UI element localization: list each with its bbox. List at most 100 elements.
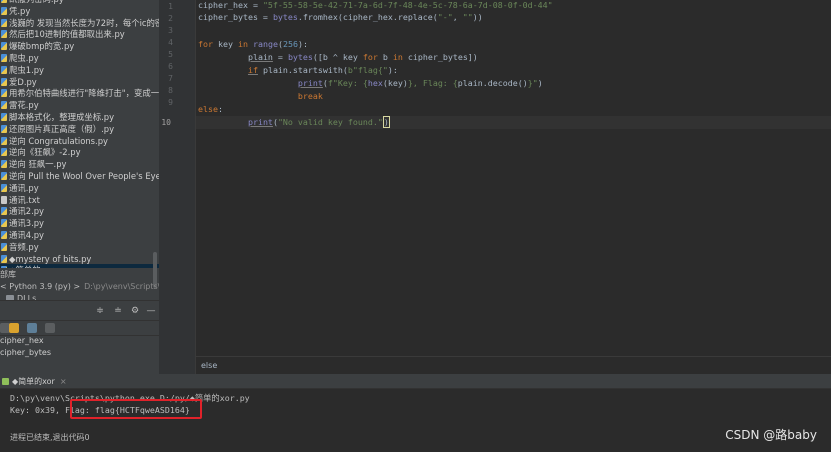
project-file-item[interactable]: 爬虫1.py xyxy=(0,64,159,76)
project-file-label: 通讯.py xyxy=(9,182,39,193)
project-file-label: 雷花.py xyxy=(9,100,39,111)
gear-icon[interactable]: ⚙ xyxy=(130,306,140,316)
project-file-item[interactable]: 音频.py xyxy=(0,241,159,253)
project-file-label: 爬虫1.py xyxy=(9,64,45,75)
python-file-icon xyxy=(1,207,7,216)
project-file-item[interactable]: 通讯.py xyxy=(0,182,159,194)
structure-filter-bar xyxy=(0,320,159,336)
python-sdk-path: D:\py\venv\Scripts\python xyxy=(84,281,159,291)
project-file-item[interactable]: 还原图片真正高度（假）.py xyxy=(0,123,159,135)
code-line[interactable]: cipher_bytes = bytes.fromhex(cipher_hex.… xyxy=(198,11,483,23)
project-file-label: 通讯3.py xyxy=(9,218,45,229)
project-file-label: 爱D.py xyxy=(9,76,37,87)
python-sdk-node[interactable]: < Python 3.9 (py) > D:\py\venv\Scripts\p… xyxy=(0,280,159,292)
external-libraries-node[interactable]: 部库 xyxy=(0,268,159,280)
python-file-icon xyxy=(1,124,7,133)
project-file-item[interactable]: 凭.py xyxy=(0,5,159,17)
code-line[interactable]: for key in range(256): xyxy=(198,38,308,50)
project-file-item[interactable]: 脚本格式化，整理成坐标.py xyxy=(0,111,159,123)
project-file-item[interactable]: 通讯3.py xyxy=(0,217,159,229)
project-file-label: 还原图片真正高度（假）.py xyxy=(9,123,115,134)
line-number: 2 xyxy=(168,14,173,23)
project-file-label: ◆mystery of bits.py xyxy=(9,253,92,264)
python-file-icon xyxy=(1,172,7,180)
code-line[interactable]: print(f"Key: {hex(key)}, Flag: {plain.de… xyxy=(198,77,543,89)
python-file-icon xyxy=(1,113,7,121)
code-line[interactable]: plain = bytes([b ^ key for b in cipher_b… xyxy=(198,51,478,63)
python-file-icon xyxy=(1,54,7,62)
project-file-item[interactable]: 然后把10进制的值都取出来.py xyxy=(0,28,159,40)
project-file-label: 音频.py xyxy=(9,241,39,252)
code-editor[interactable]: cipher_hex = "5f-55-58-5e-42-71-7a-6d-7f… xyxy=(196,0,831,356)
project-file-item[interactable]: 通讯.txt xyxy=(0,194,159,206)
python-file-icon xyxy=(1,160,7,169)
python-file-icon xyxy=(1,65,7,74)
project-file-item[interactable]: 浅巍的 发现当然长度为72时，每个ic的密文都带 xyxy=(0,17,159,29)
python-run-icon xyxy=(2,377,9,385)
code-line[interactable]: if plain.startswith(b"flag{"): xyxy=(198,64,398,76)
project-file-label: 通讯2.py xyxy=(9,206,45,217)
code-line[interactable]: print("No valid key found.") xyxy=(198,116,390,128)
code-line[interactable]: break xyxy=(198,90,323,102)
exit-message: 进程已结束,退出代码0 xyxy=(10,433,90,442)
project-file-item[interactable]: ◆mystery of bits.py xyxy=(0,253,159,265)
autoscroll-icon[interactable] xyxy=(45,323,55,333)
csdn-watermark: CSDN @路baby xyxy=(725,428,817,442)
project-file-item[interactable]: 爬虫.py xyxy=(0,52,159,64)
python-file-icon xyxy=(1,30,7,39)
run-tab-label: ◆简单的xor xyxy=(12,376,55,386)
flag-highlight-box xyxy=(70,399,202,419)
line-number: 8 xyxy=(168,86,173,95)
project-file-item[interactable]: 逆向 狂飙一.py xyxy=(0,158,159,170)
project-file-label: 然后把10进制的值都取出来.py xyxy=(9,29,125,40)
show-inherited-icon[interactable] xyxy=(27,323,37,333)
python-file-icon xyxy=(1,101,7,110)
run-tabbar: ◆简单的xor × xyxy=(0,374,831,389)
project-file-item[interactable]: 逆向《狂飙》-2.py xyxy=(0,146,159,158)
project-file-label: 逆向《狂飙》-2.py xyxy=(9,147,81,158)
python-file-icon xyxy=(1,219,7,228)
project-file-item[interactable]: 雷花.py xyxy=(0,99,159,111)
project-file-label: 爬虫.py xyxy=(9,53,39,63)
line-number-current: 10 xyxy=(161,118,171,127)
project-file-item[interactable]: 爆破bmp的宽.py xyxy=(0,40,159,52)
python-file-icon xyxy=(1,89,7,98)
structure-item[interactable]: cipher_bytes xyxy=(0,348,51,357)
python-file-icon xyxy=(1,0,7,3)
python-file-icon xyxy=(1,77,7,86)
project-panel: 凯撒列密码.py凭.py浅巍的 发现当然长度为72时，每个ic的密文都带然后把1… xyxy=(0,0,159,374)
project-file-label: 逆向 Pull the Wool Over People's Eyes.py xyxy=(9,171,159,181)
line-number: 9 xyxy=(168,98,173,107)
python-file-icon xyxy=(1,231,7,239)
project-file-label: 通讯4.py xyxy=(9,230,45,240)
breadcrumb-else[interactable]: else xyxy=(201,361,217,370)
run-tab[interactable]: ◆简单的xor × xyxy=(0,374,67,388)
project-file-item[interactable]: 逆向 Pull the Wool Over People's Eyes.py xyxy=(0,170,159,182)
expand-all-icon[interactable]: ≑ xyxy=(95,306,105,316)
structure-toolbar: ≑ ≐ ⚙ — xyxy=(0,300,159,321)
project-file-item[interactable]: 通讯4.py xyxy=(0,229,159,241)
structure-item[interactable]: cipher_hex xyxy=(0,336,44,345)
show-fields-icon[interactable] xyxy=(9,323,19,333)
python-sdk-label: < Python 3.9 (py) > xyxy=(0,281,81,291)
line-number: 1 xyxy=(168,2,173,11)
code-line[interactable]: cipher_hex = "5f-55-58-5e-42-71-7a-6d-7f… xyxy=(198,0,553,11)
line-number-gutter: 1 2 3 4 5 6 7 8 9 10 xyxy=(159,0,196,374)
project-file-label: 爆破bmp的宽.py xyxy=(9,41,75,52)
project-file-list: 凯撒列密码.py凭.py浅巍的 发现当然长度为72时，每个ic的密文都带然后把1… xyxy=(0,0,159,268)
project-file-item[interactable]: 逆向 Congratulations.py xyxy=(0,135,159,147)
code-line[interactable]: else: xyxy=(198,103,223,115)
close-icon[interactable]: × xyxy=(60,377,67,386)
project-file-item[interactable]: 用希尔伯特曲线进行"降维打击"，变成一维的二进 xyxy=(0,87,159,99)
project-file-item[interactable]: 爱D.py xyxy=(0,76,159,88)
project-file-item[interactable]: 通讯2.py xyxy=(0,205,159,217)
project-file-label: 逆向 狂飙一.py xyxy=(9,159,67,170)
text-file-icon xyxy=(1,195,7,204)
collapse-all-icon[interactable]: ≐ xyxy=(113,306,123,316)
line-number: 6 xyxy=(168,62,173,71)
python-file-icon xyxy=(1,6,7,15)
python-file-icon xyxy=(1,183,7,192)
python-file-icon xyxy=(1,18,7,27)
minimize-icon[interactable]: — xyxy=(146,306,156,316)
python-file-icon xyxy=(1,254,7,263)
